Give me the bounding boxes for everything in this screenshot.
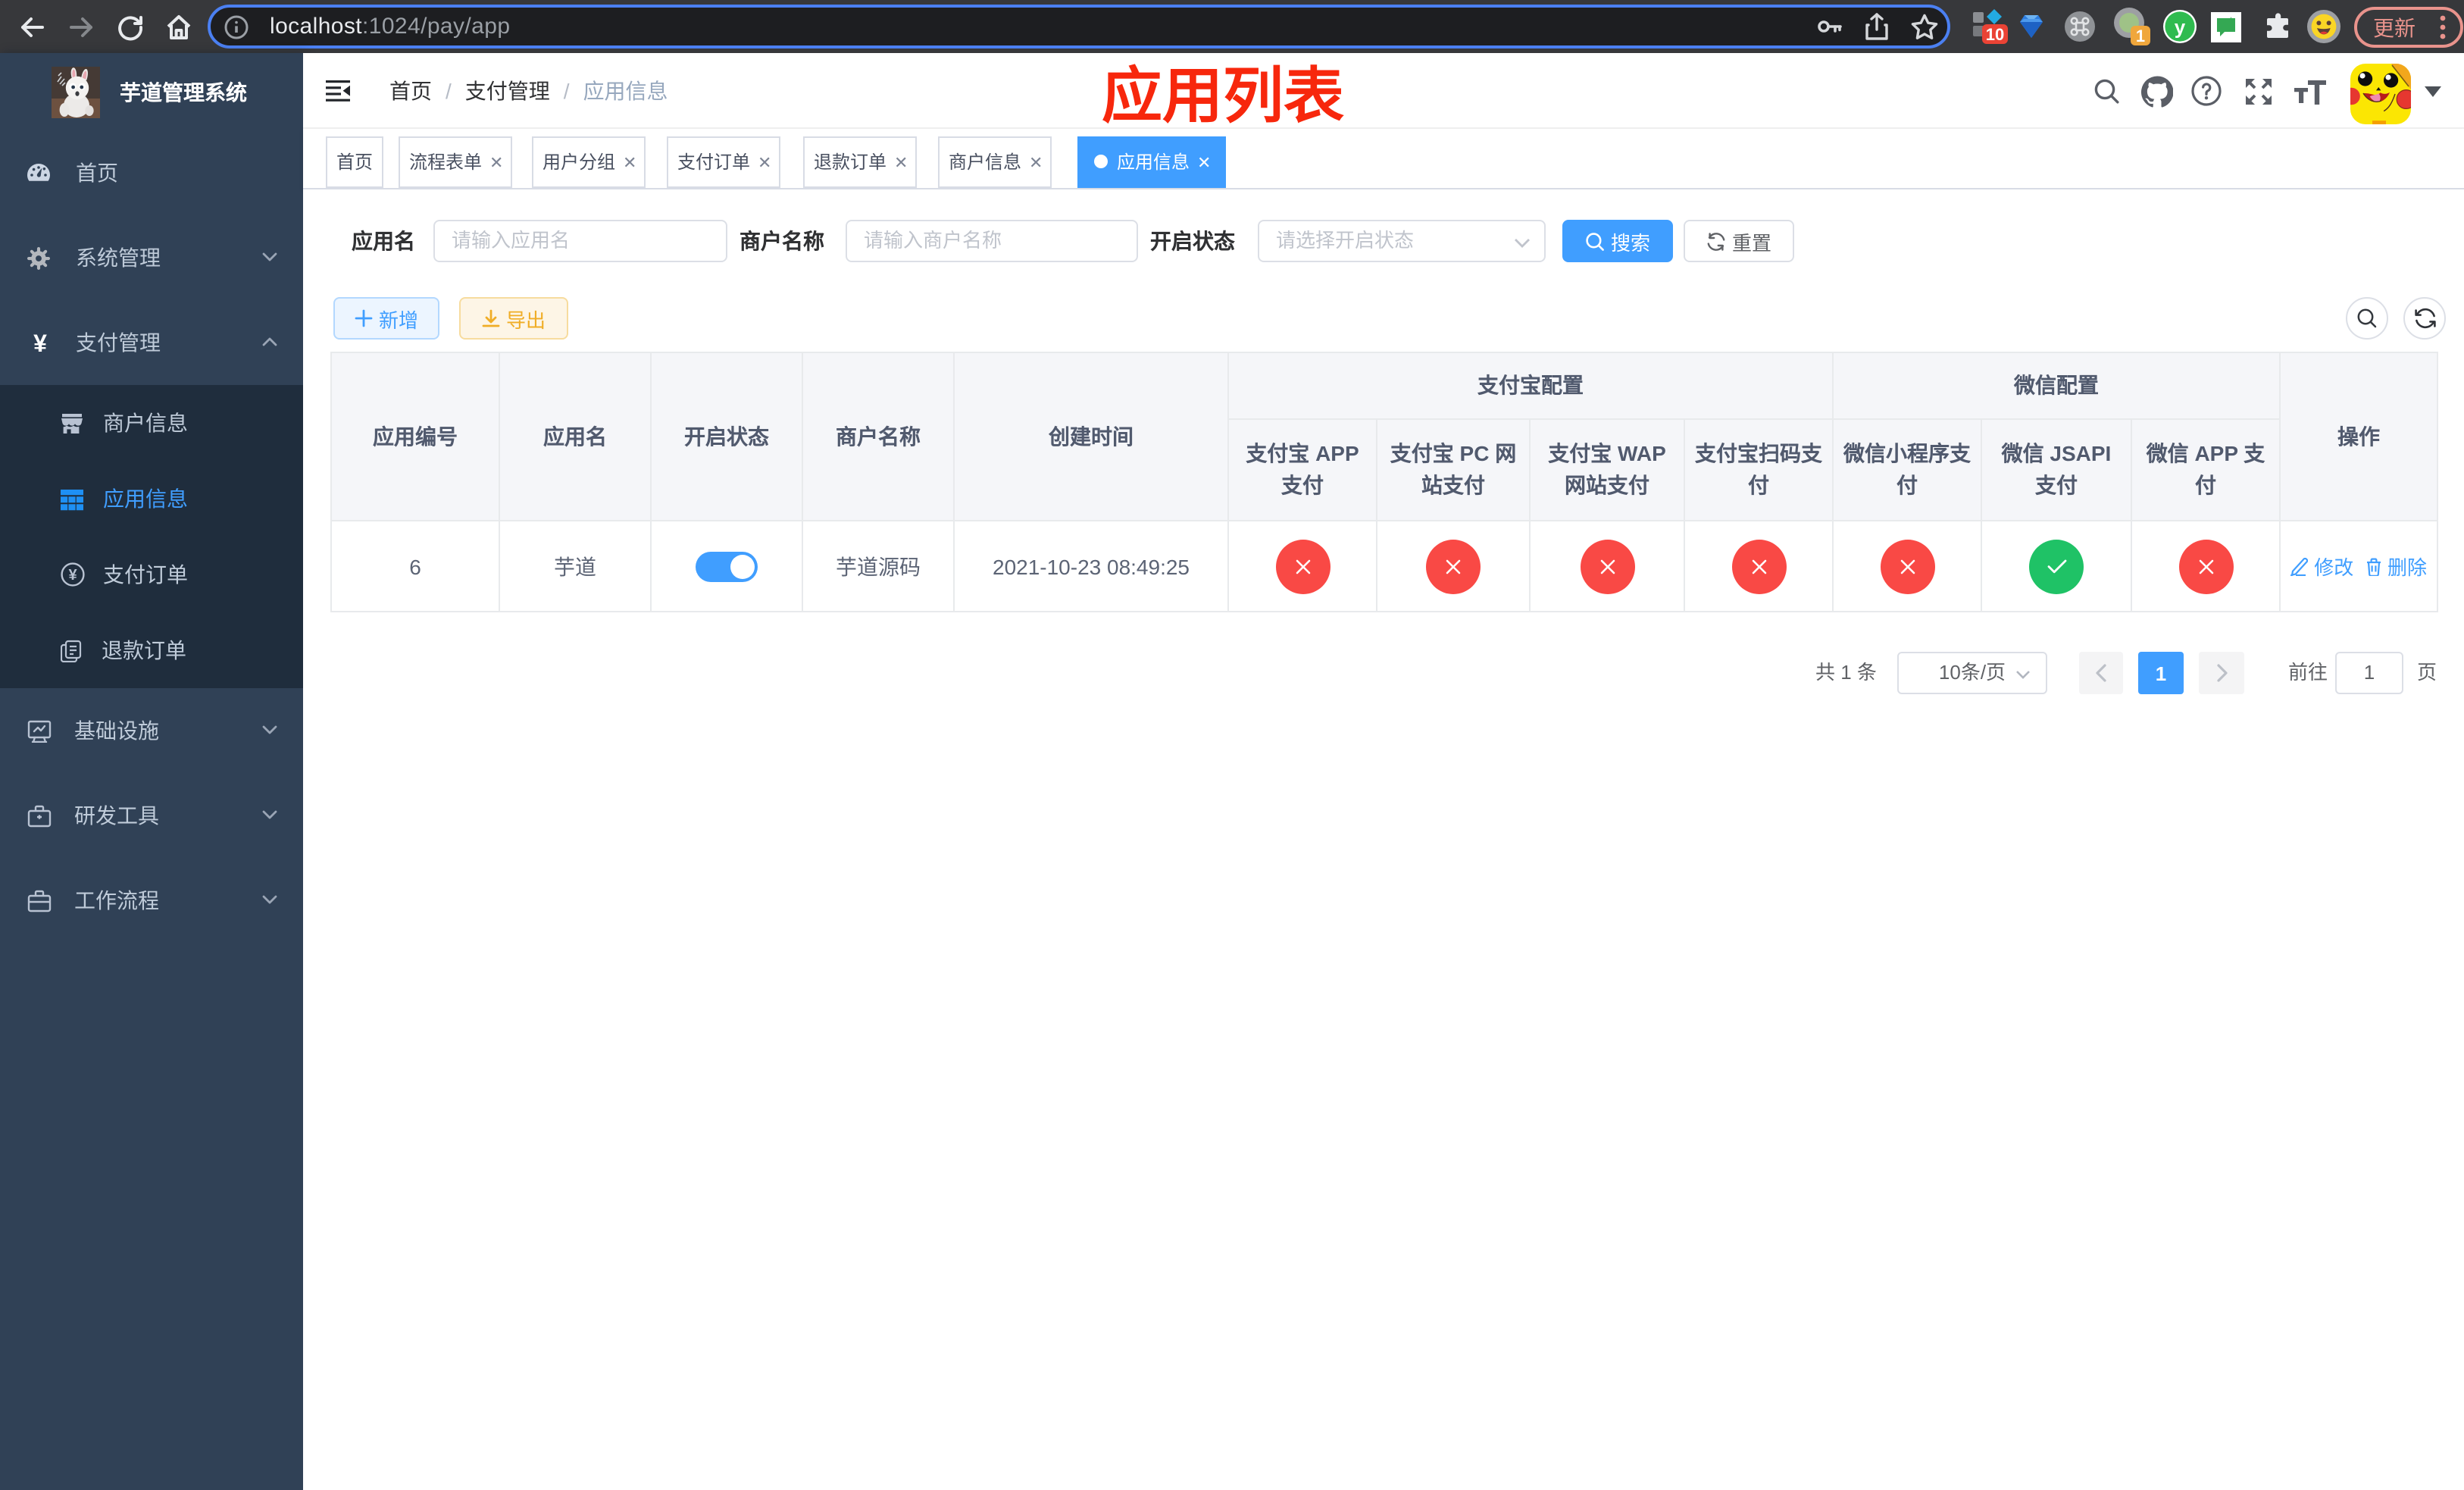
- svg-text:¥: ¥: [33, 330, 47, 355]
- svg-text:10: 10: [1986, 24, 2004, 43]
- svg-text:更新: 更新: [2372, 16, 2415, 39]
- svg-text:1: 1: [2136, 27, 2145, 45]
- svg-text:¥: ¥: [68, 567, 77, 584]
- svg-text:y: y: [2175, 16, 2186, 39]
